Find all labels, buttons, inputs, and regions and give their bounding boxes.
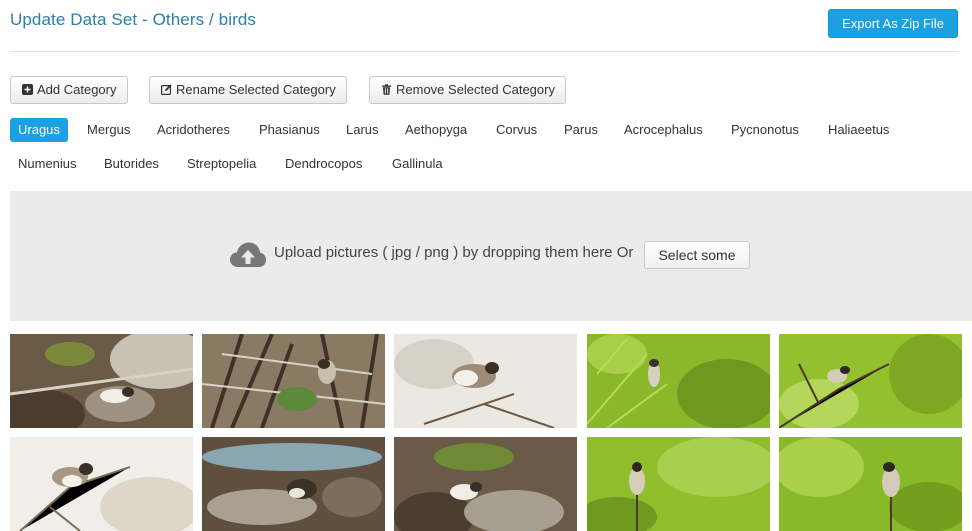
category-tab-mergus[interactable]: Mergus <box>87 118 130 142</box>
bird-photo-image <box>202 334 385 428</box>
header-divider <box>10 51 958 52</box>
bird-photo-image <box>779 437 962 531</box>
rename-category-button[interactable]: Rename Selected Category <box>149 76 347 104</box>
bird-photo-image <box>202 437 385 531</box>
category-tab-corvus[interactable]: Corvus <box>496 118 537 142</box>
category-tab-aethopyga[interactable]: Aethopyga <box>405 118 467 142</box>
bird-photo-7[interactable] <box>202 437 385 531</box>
category-tab-uragus[interactable]: Uragus <box>10 118 68 142</box>
category-tab-phasianus[interactable]: Phasianus <box>259 118 320 142</box>
remove-category-label: Remove Selected Category <box>396 82 555 97</box>
page-header: Update Data Set - Others / birds Export … <box>0 0 972 52</box>
bird-photo-2[interactable] <box>202 334 385 428</box>
bird-photo-image <box>394 334 577 428</box>
bird-photo-6[interactable] <box>10 437 193 531</box>
bird-photo-8[interactable] <box>394 437 577 531</box>
bird-photo-5[interactable] <box>779 334 962 428</box>
bird-photo-image <box>394 437 577 531</box>
bird-photo-image <box>779 334 962 428</box>
bird-photo-3[interactable] <box>394 334 577 428</box>
add-category-label: Add Category <box>37 82 117 97</box>
select-files-button[interactable]: Select some <box>644 241 750 269</box>
remove-category-button[interactable]: Remove Selected Category <box>369 76 566 104</box>
category-tab-streptopelia[interactable]: Streptopelia <box>187 152 256 176</box>
rename-category-label: Rename Selected Category <box>176 82 336 97</box>
plus-square-icon <box>22 84 33 95</box>
upload-instructions: Upload pictures ( jpg / png ) by droppin… <box>274 244 634 261</box>
bird-photo-image <box>10 334 193 428</box>
category-tab-larus[interactable]: Larus <box>346 118 379 142</box>
category-tab-haliaeetus[interactable]: Haliaeetus <box>828 118 889 142</box>
add-category-button[interactable]: Add Category <box>10 76 128 104</box>
cloud-upload-icon <box>230 242 266 267</box>
category-tab-gallinula[interactable]: Gallinula <box>392 152 443 176</box>
bird-photo-9[interactable] <box>587 437 770 531</box>
edit-icon <box>161 84 172 95</box>
bird-photo-image <box>587 437 770 531</box>
bird-photo-4[interactable] <box>587 334 770 428</box>
bird-photo-1[interactable] <box>10 334 193 428</box>
category-tab-butorides[interactable]: Butorides <box>104 152 159 176</box>
bird-photo-10[interactable] <box>779 437 962 531</box>
category-tab-dendrocopos[interactable]: Dendrocopos <box>285 152 362 176</box>
category-tab-pycnonotus[interactable]: Pycnonotus <box>731 118 799 142</box>
category-tab-parus[interactable]: Parus <box>564 118 598 142</box>
trash-icon <box>382 84 391 95</box>
bird-photo-image <box>10 437 193 531</box>
export-zip-button[interactable]: Export As Zip File <box>828 9 958 38</box>
category-tab-acrocephalus[interactable]: Acrocephalus <box>624 118 703 142</box>
page-title: Update Data Set - Others / birds <box>10 10 257 29</box>
category-tab-acridotheres[interactable]: Acridotheres <box>157 118 230 142</box>
category-tab-numenius[interactable]: Numenius <box>18 152 77 176</box>
bird-photo-image <box>587 334 770 428</box>
